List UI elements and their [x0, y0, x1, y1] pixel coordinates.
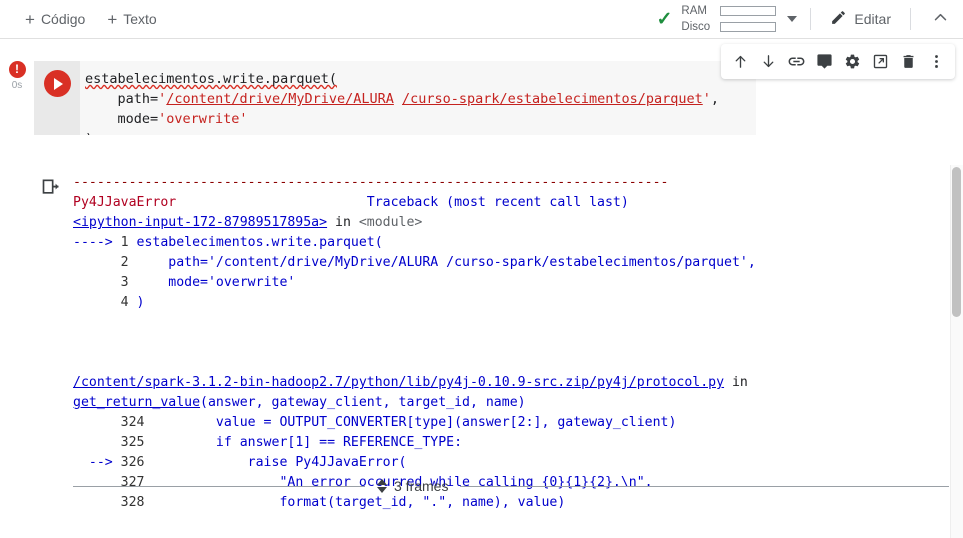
code-line: mode='overwrite' [85, 111, 248, 127]
output-scrollbar[interactable] [950, 165, 963, 538]
disk-meter-bar [720, 22, 777, 32]
disk-label: Disco [681, 20, 711, 33]
output-stream-icon [41, 177, 61, 197]
error-badge-icon[interactable]: ! [8, 61, 26, 78]
run-cell-button[interactable] [43, 70, 71, 97]
scrollbar-thumb[interactable] [952, 167, 961, 317]
code-line: path='/content/drive/MyDrive/ALURA /curs… [85, 91, 720, 107]
move-cell-up-icon[interactable] [727, 49, 753, 75]
execution-time-label: 0s [11, 80, 23, 91]
connected-check-icon: ✓ [656, 8, 673, 30]
add-text-cell-button[interactable]: + Texto [98, 6, 165, 33]
add-comment-icon[interactable] [811, 49, 837, 75]
library-path-line: /content/spark-3.1.2-bin-hadoop2.7/pytho… [73, 375, 748, 390]
add-code-cell-button[interactable]: + Código [16, 6, 94, 33]
delete-cell-icon[interactable] [895, 49, 921, 75]
chevron-down-icon[interactable] [787, 16, 798, 22]
frames-count-label: 3 frames [394, 478, 449, 494]
frames-rule-right [460, 485, 949, 487]
notebook-toolbar: + Código + Texto ✓ RAM Disco Editar [0, 0, 963, 38]
frames-collapse-bar: 3 frames [73, 473, 949, 499]
traceback-code-line: ----> 1 estabelecimentos.write.parquet( [73, 235, 383, 250]
traceback-code-line: 325 if answer[1] == REFERENCE_TYPE: [112, 435, 463, 450]
toolbar-divider [910, 8, 911, 30]
toolbar-right-group: ✓ RAM Disco Editar [657, 0, 963, 38]
copy-to-drive-icon[interactable] [867, 49, 893, 75]
toolbar-left-group: + Código + Texto [0, 6, 166, 33]
colab-notebook-page: + Código + Texto ✓ RAM Disco Editar ! 0s… [0, 0, 963, 538]
input-frame-line: <ipython-input-172-87989517895a> in <mod… [73, 215, 423, 230]
link-to-cell-icon[interactable] [783, 49, 809, 75]
play-icon [54, 77, 63, 90]
cell-settings-icon[interactable] [839, 49, 865, 75]
plus-icon: + [107, 9, 118, 29]
traceback-separator: ----------------------------------------… [73, 175, 669, 190]
traceback-code-line: 3 mode='overwrite' [112, 275, 296, 290]
expand-frames-button[interactable]: 3 frames [365, 478, 460, 494]
add-code-cell-label: Código [40, 11, 86, 27]
expand-collapse-icon [377, 479, 387, 493]
add-text-cell-label: Texto [123, 11, 157, 27]
plus-icon: + [25, 9, 35, 29]
edit-button[interactable]: Editar [824, 5, 897, 33]
traceback-code-line: 4 ) [112, 295, 145, 310]
code-line: estabelecimentos.write.parquet( [85, 71, 337, 87]
disk-meter-row: Disco [681, 20, 777, 34]
frames-rule-left [73, 485, 365, 487]
more-options-icon[interactable] [923, 49, 949, 75]
ram-meter-bar [720, 6, 777, 16]
resource-meters[interactable]: RAM Disco [681, 4, 777, 34]
cell-output-area: ----------------------------------------… [0, 135, 963, 538]
traceback-code-line: 324 value = OUTPUT_CONVERTER[type](answe… [112, 415, 677, 430]
cell-status-column: ! 0s [0, 61, 34, 91]
toolbar-divider [810, 8, 812, 30]
traceback-code-line: --> 326 raise Py4JJavaError( [73, 455, 407, 470]
ram-label: RAM [681, 4, 707, 17]
ram-meter-row: RAM [681, 4, 777, 18]
traceback-code-line: 2 path='/content/drive/MyDrive/ALURA /cu… [112, 255, 756, 270]
edit-label: Editar [854, 11, 891, 27]
cell-action-toolbar [721, 44, 955, 79]
chevron-up-icon[interactable] [924, 5, 957, 34]
toolbar-bottom-divider [0, 38, 963, 39]
library-func-line: get_return_value(answer, gateway_client,… [73, 395, 526, 410]
move-cell-down-icon[interactable] [755, 49, 781, 75]
pencil-icon [830, 9, 847, 29]
error-type-line: Py4JJavaError Traceback (most recent cal… [73, 195, 629, 210]
